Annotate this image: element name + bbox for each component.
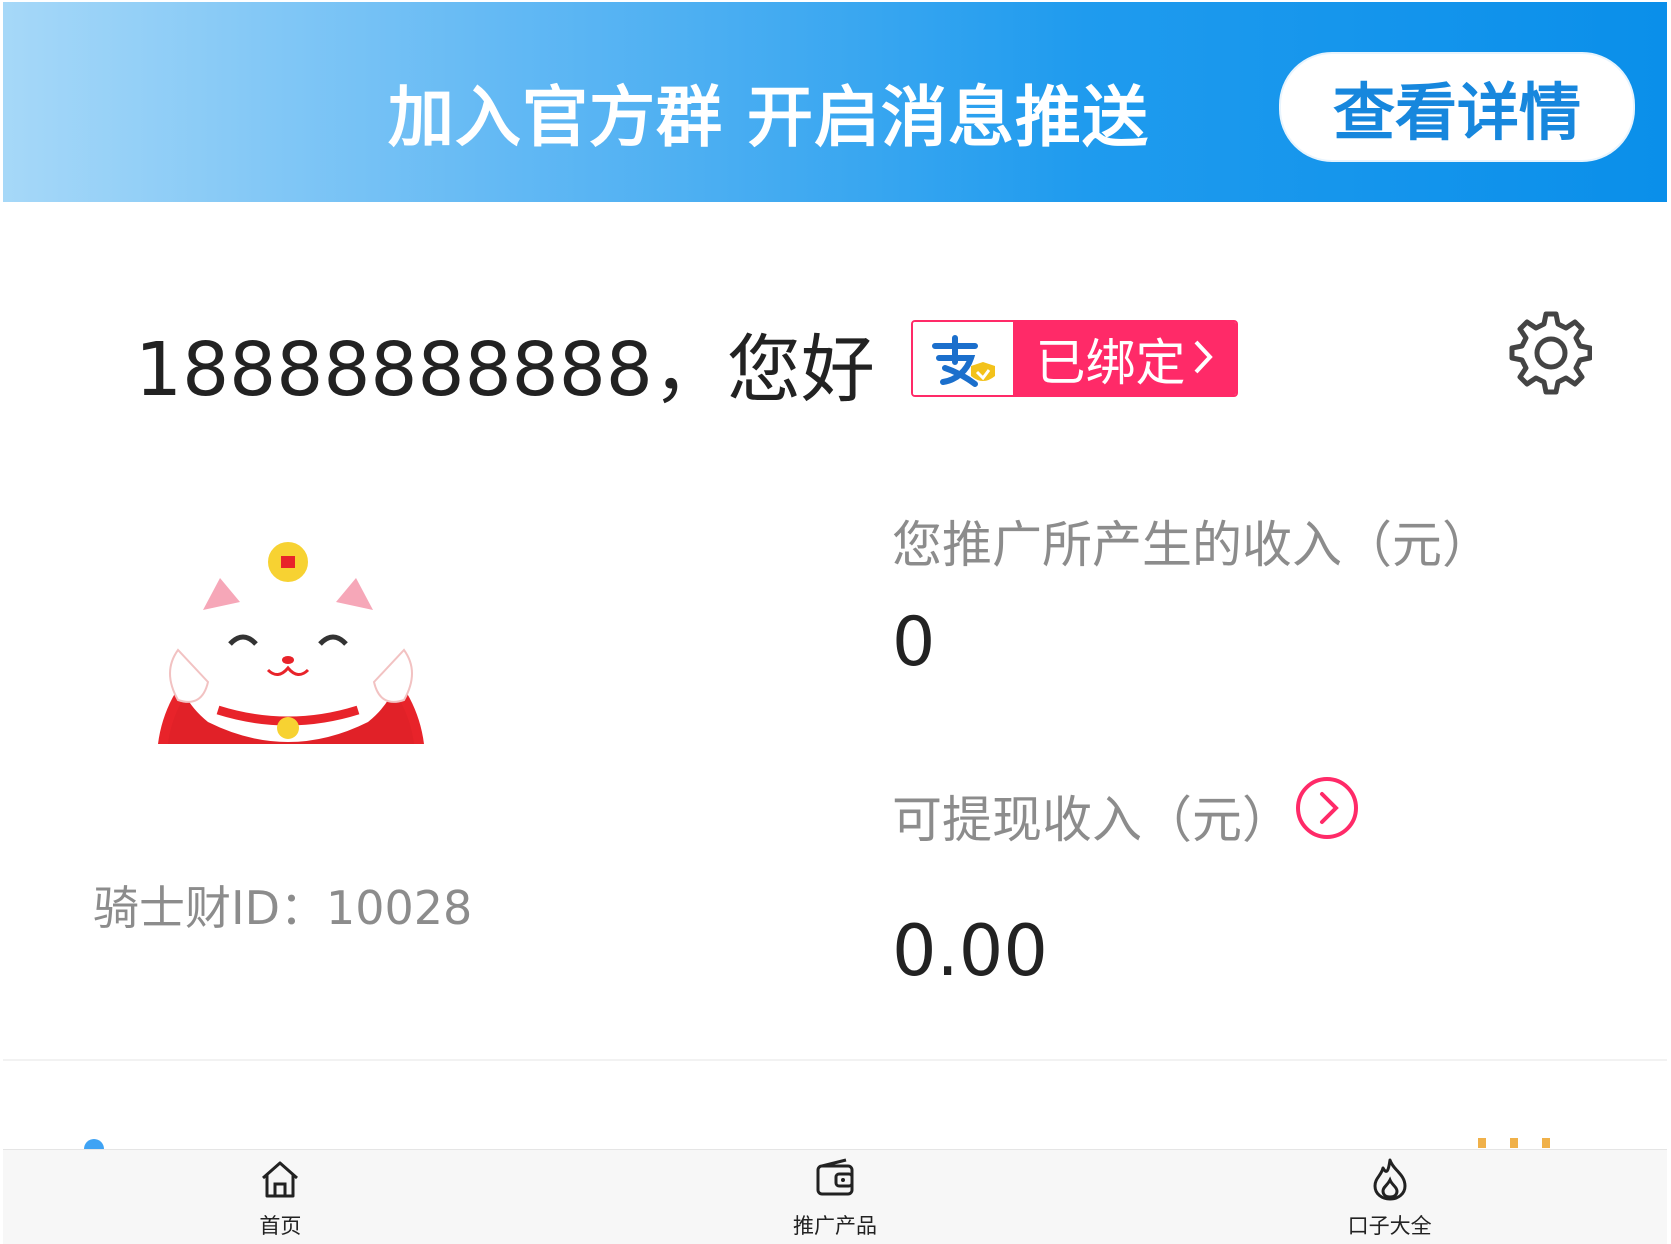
- income-value: 0: [892, 603, 936, 682]
- chevron-right-icon: [1192, 330, 1214, 388]
- tab-home[interactable]: 首页: [3, 1150, 558, 1244]
- bind-status: 已绑定: [1013, 322, 1236, 395]
- tab-products[interactable]: 推广产品: [558, 1150, 1113, 1244]
- tab-loans[interactable]: 口子大全: [1112, 1150, 1667, 1244]
- view-details-button[interactable]: 查看详情: [1279, 52, 1635, 162]
- tab-products-label: 推广产品: [793, 1214, 877, 1238]
- banner-slogan: 加入官方群 开启消息推送: [388, 79, 1149, 156]
- withdraw-value: 0.00: [892, 910, 1048, 992]
- tab-home-label: 首页: [259, 1214, 302, 1238]
- home-icon: [257, 1156, 303, 1206]
- avatar: [148, 532, 434, 760]
- alipay-logo-icon: [913, 322, 1013, 395]
- income-label: 您推广所产生的收入（元）: [892, 516, 1492, 574]
- wallet-icon: [812, 1156, 858, 1206]
- withdraw-label: 可提现收入（元）: [892, 791, 1292, 849]
- user-greeting: 18888888888，您好: [135, 327, 875, 413]
- promo-banner[interactable]: 加入官方群 开启消息推送 查看详情: [3, 2, 1667, 202]
- flame-icon: [1367, 1156, 1413, 1206]
- alipay-bind-badge[interactable]: 已绑定: [911, 320, 1238, 397]
- rider-id: 骑士财ID：10028: [93, 881, 473, 935]
- bind-status-label: 已绑定: [1035, 333, 1186, 392]
- tab-loans-label: 口子大全: [1347, 1214, 1432, 1238]
- withdraw-arrow-icon[interactable]: [1295, 776, 1359, 840]
- settings-gear-icon[interactable]: [1502, 308, 1593, 398]
- more-dots-icon: [1478, 1138, 1570, 1148]
- section-divider: [3, 1059, 1667, 1061]
- bottom-tabbar: 首页 推广产品 口子大全: [3, 1149, 1667, 1244]
